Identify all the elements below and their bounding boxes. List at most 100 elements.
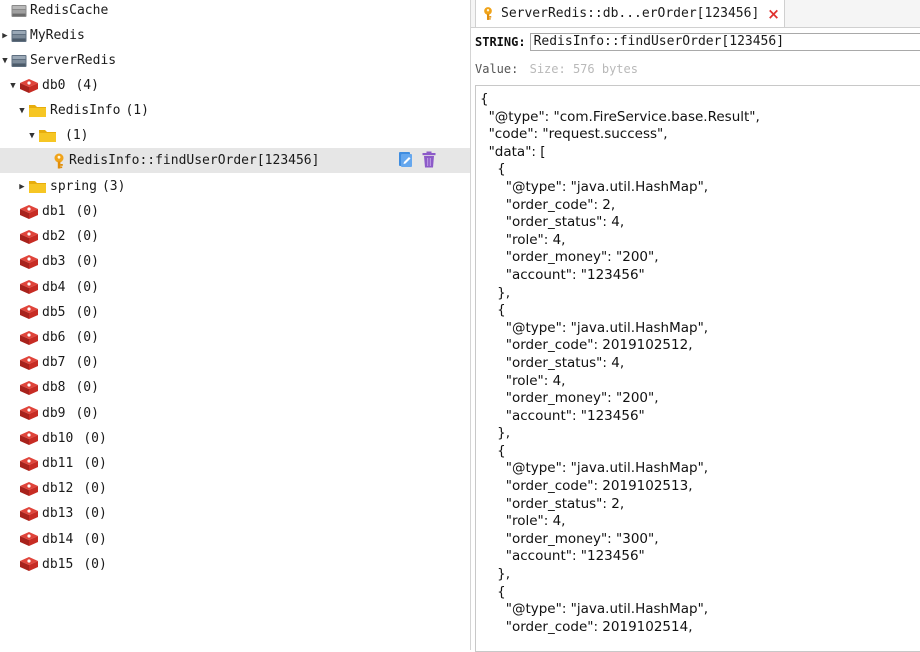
key-label: RedisInfo::findUserOrder[123456] — [69, 153, 320, 168]
db-key-count: (0) — [75, 229, 99, 245]
connection-label: RedisCache — [30, 3, 109, 18]
collapse-arrow-icon[interactable]: ▼ — [0, 56, 10, 66]
folder-icon — [28, 179, 47, 194]
key-type-label: STRING: — [475, 35, 526, 49]
redis-db-icon — [19, 481, 39, 497]
db-key-count: (0) — [83, 556, 107, 572]
folder-key-count: (1) — [65, 128, 89, 143]
tree-db-db2[interactable]: ▶ db2 (0) — [0, 224, 470, 249]
tree-folder-spring[interactable]: ▶ spring (3) — [0, 174, 470, 199]
db-key-count: (0) — [75, 279, 99, 295]
redis-db-icon — [19, 531, 39, 547]
tree-connection-rediscache[interactable]: ▶ RedisCache — [0, 0, 470, 23]
key-type-line: STRING: RedisInfo::findUserOrder[123456] — [475, 33, 920, 51]
redis-db-icon — [19, 330, 39, 346]
close-icon[interactable]: × — [767, 5, 780, 23]
folder-icon — [28, 103, 47, 118]
tree-folder-unnamed[interactable]: ▼ (1) — [0, 123, 470, 148]
db-label: db9 — [42, 405, 66, 421]
redis-db-icon — [19, 279, 39, 295]
db-label: db14 — [42, 531, 74, 547]
server-icon — [11, 4, 27, 18]
db-label: db2 — [42, 229, 66, 245]
db-label: db3 — [42, 254, 66, 270]
redis-db-icon — [19, 254, 39, 270]
tree-db-db9[interactable]: ▶ db9 (0) — [0, 401, 470, 426]
tree-connection-myredis[interactable]: ▶ MyRedis — [0, 23, 470, 48]
tree-db-db4[interactable]: ▶ db4 (0) — [0, 275, 470, 300]
redis-db-icon — [19, 405, 39, 421]
tree-db-db0[interactable]: ▼ db0 (4) — [0, 73, 470, 98]
value-viewer-panel: ServerRedis::db...erOrder[123456] × STRI… — [471, 0, 920, 652]
tree-db-db14[interactable]: ▶ db14 (0) — [0, 527, 470, 552]
collapse-arrow-icon[interactable]: ▼ — [17, 106, 27, 116]
db-label: db15 — [42, 556, 74, 572]
value-size: Size: 576 bytes — [529, 62, 638, 76]
connection-label: ServerRedis — [30, 53, 117, 68]
db-key-count: (0) — [75, 204, 99, 219]
db-key-count: (4) — [75, 78, 99, 93]
trash-icon[interactable] — [422, 151, 436, 172]
tree-db-db5[interactable]: ▶ db5 (0) — [0, 300, 470, 325]
redis-db-icon — [19, 78, 39, 94]
tree-db-db6[interactable]: ▶ db6 (0) — [0, 325, 470, 350]
db-label: db5 — [42, 304, 66, 320]
collapse-arrow-icon[interactable]: ▼ — [8, 81, 18, 91]
tree-db-db10[interactable]: ▶ db10 (0) — [0, 426, 470, 451]
db-label: db8 — [42, 380, 66, 396]
db-label: db1 — [42, 204, 66, 219]
key-name-input[interactable]: RedisInfo::findUserOrder[123456] — [529, 33, 920, 51]
value-editor[interactable]: { "@type": "com.FireService.base.Result"… — [475, 85, 920, 652]
redis-db-icon — [19, 380, 39, 396]
json-value-text[interactable]: { "@type": "com.FireService.base.Result"… — [476, 86, 920, 636]
tree-db-db15[interactable]: ▶ db15 (0) — [0, 552, 470, 577]
db-key-count: (0) — [75, 405, 99, 421]
server-icon — [11, 54, 27, 68]
key-icon — [52, 153, 66, 169]
folder-label: spring — [50, 179, 97, 194]
folder-key-count: (3) — [101, 179, 126, 194]
redis-db-icon — [19, 355, 39, 371]
db-label: db13 — [42, 506, 74, 522]
tree-db-db11[interactable]: ▶ db11 (0) — [0, 451, 470, 476]
tree-db-db7[interactable]: ▶ db7 (0) — [0, 350, 470, 375]
redis-db-icon — [19, 506, 39, 522]
folder-icon — [38, 128, 57, 143]
redis-db-icon — [19, 556, 39, 572]
db-key-count: (0) — [83, 531, 107, 547]
value-label: Value: — [475, 62, 519, 76]
key-icon — [482, 6, 494, 21]
key-tree-panel: ▶ RedisCache ▶ MyRedis ▼ ServerRedis ▼ d… — [0, 0, 471, 650]
expand-arrow-icon[interactable]: ▶ — [0, 31, 10, 41]
db-label: db12 — [42, 481, 74, 497]
tab-label: ServerRedis::db...erOrder[123456] — [501, 6, 760, 21]
db-key-count: (0) — [83, 430, 107, 446]
db-label: db11 — [42, 456, 74, 471]
db-key-count: (0) — [75, 380, 99, 396]
tab-bar: ServerRedis::db...erOrder[123456] × — [471, 0, 920, 28]
tree-db-db12[interactable]: ▶ db12 (0) — [0, 476, 470, 501]
collapse-arrow-icon[interactable]: ▼ — [27, 131, 37, 141]
db-label: db0 — [42, 78, 66, 93]
connection-label: MyRedis — [30, 28, 85, 43]
tree-db-db1[interactable]: ▶ db1 (0) — [0, 199, 470, 224]
expand-arrow-icon[interactable]: ▶ — [17, 182, 27, 192]
folder-label: RedisInfo — [50, 103, 121, 118]
redis-db-icon — [19, 456, 39, 472]
db-label: db7 — [42, 355, 66, 371]
copy-icon[interactable] — [398, 151, 414, 172]
tree-db-db3[interactable]: ▶ db3 (0) — [0, 249, 470, 274]
db-key-count: (0) — [75, 355, 99, 371]
tree-db-db13[interactable]: ▶ db13 (0) — [0, 501, 470, 526]
tree-db-db8[interactable]: ▶ db8 (0) — [0, 375, 470, 400]
tree-folder-redisinfo[interactable]: ▼ RedisInfo (1) — [0, 98, 470, 123]
tree-key-selected[interactable]: RedisInfo::findUserOrder[123456] — [0, 148, 470, 173]
redis-db-icon — [19, 229, 39, 245]
tab-key-viewer[interactable]: ServerRedis::db...erOrder[123456] × — [475, 0, 785, 27]
tree-connection-serverredis[interactable]: ▼ ServerRedis — [0, 48, 470, 73]
db-key-count: (0) — [83, 506, 107, 522]
db-key-count: (0) — [75, 330, 99, 345]
server-icon — [11, 29, 27, 43]
db-key-count: (0) — [83, 481, 107, 497]
db-key-count: (0) — [75, 304, 99, 320]
